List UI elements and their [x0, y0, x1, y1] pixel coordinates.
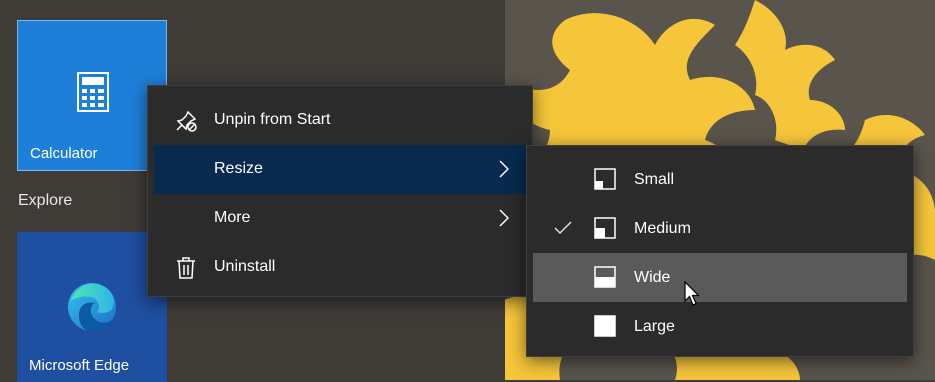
microsoft-edge-tile[interactable]: Microsoft Edge: [17, 232, 167, 382]
calculator-icon: [77, 72, 109, 117]
menu-item-label: More: [214, 209, 251, 226]
resize-submenu: Small Medium Wide Large: [526, 145, 914, 357]
resize-option-medium[interactable]: Medium: [533, 204, 907, 253]
edge-tile-label: Microsoft Edge: [29, 357, 130, 374]
mouse-cursor-icon: [684, 280, 700, 312]
resize-option-wide[interactable]: Wide: [533, 253, 907, 302]
calculator-tile[interactable]: Calculator: [17, 20, 167, 171]
tile-size-wide-icon: [594, 266, 616, 288]
menu-item-label: Resize: [214, 160, 263, 177]
menu-item-resize[interactable]: Resize: [154, 145, 526, 194]
menu-item-more[interactable]: More: [154, 194, 526, 243]
chevron-right-icon: [498, 160, 510, 178]
resize-option-label: Large: [634, 318, 675, 335]
chevron-right-icon: [498, 209, 510, 227]
menu-item-label: Uninstall: [214, 258, 276, 275]
tile-context-menu: Unpin from Start Resize More Uninstall: [147, 85, 533, 297]
checkmark-icon: [554, 220, 572, 236]
resize-option-label: Medium: [634, 220, 691, 237]
tile-size-large-icon: [594, 315, 616, 337]
edge-icon: [67, 281, 117, 338]
resize-option-label: Wide: [634, 269, 671, 286]
menu-item-uninstall[interactable]: Uninstall: [154, 243, 526, 292]
resize-option-small[interactable]: Small: [533, 155, 907, 204]
menu-item-label: Unpin from Start: [214, 111, 331, 128]
trash-icon: [174, 256, 198, 280]
menu-item-unpin[interactable]: Unpin from Start: [154, 96, 526, 145]
calculator-tile-label: Calculator: [30, 145, 98, 162]
group-label-explore: Explore: [18, 192, 73, 209]
tile-size-medium-icon: [594, 217, 616, 239]
resize-option-label: Small: [634, 171, 675, 188]
resize-option-large[interactable]: Large: [533, 302, 907, 351]
tile-size-small-icon: [594, 168, 616, 190]
unpin-icon: [174, 109, 198, 133]
